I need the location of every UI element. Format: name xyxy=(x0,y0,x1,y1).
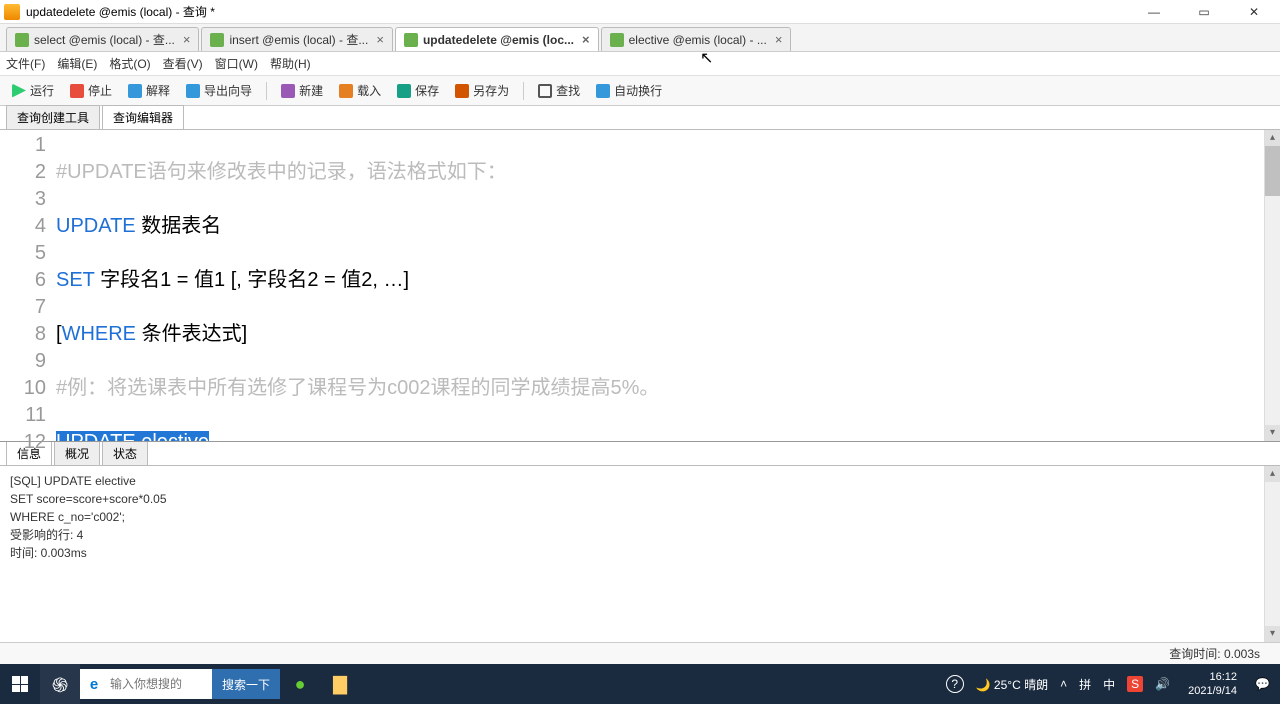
notification-icon[interactable]: 💬 xyxy=(1255,677,1270,691)
code-area[interactable]: #UPDATE语句来修改表中的记录，语法格式如下： UPDATE 数据表名 SE… xyxy=(56,130,1280,441)
import-button[interactable]: 载入 xyxy=(333,80,387,102)
scroll-up-icon[interactable]: ▴ xyxy=(1265,466,1280,482)
menu-window[interactable]: 窗口(W) xyxy=(215,55,258,72)
line-gutter: 123456789101112 xyxy=(0,130,56,441)
tab-label: elective @emis (local) - ... xyxy=(629,33,767,47)
document-tabs: select @emis (local) - 查... × insert @emi… xyxy=(0,24,1280,52)
wizard-icon xyxy=(186,84,200,98)
saveas-icon xyxy=(455,84,469,98)
saveas-button[interactable]: 另存为 xyxy=(449,80,515,102)
tab-query-builder[interactable]: 查询创建工具 xyxy=(6,105,100,129)
toolbar: 运行 停止 解释 导出向导 新建 载入 保存 另存为 查找 自动换行 xyxy=(0,76,1280,106)
search-icon xyxy=(538,84,552,98)
window-title: updatedelete @emis (local) - 查询 * xyxy=(26,3,1140,20)
doc-tab-insert[interactable]: insert @emis (local) - 查... × xyxy=(201,27,392,51)
volume-icon[interactable]: 🔊 xyxy=(1155,677,1170,691)
menu-view[interactable]: 查看(V) xyxy=(163,55,203,72)
explain-icon xyxy=(128,84,142,98)
close-icon[interactable]: × xyxy=(775,32,783,47)
tab-icon xyxy=(15,33,29,47)
doc-tab-elective[interactable]: elective @emis (local) - ... × xyxy=(601,27,792,51)
tab-icon xyxy=(210,33,224,47)
close-icon[interactable]: × xyxy=(376,32,384,47)
wrap-icon xyxy=(596,84,610,98)
play-icon xyxy=(12,84,26,98)
minimize-button[interactable]: — xyxy=(1140,3,1168,21)
scroll-thumb[interactable] xyxy=(1265,146,1280,196)
close-button[interactable]: ✕ xyxy=(1240,3,1268,21)
stop-icon xyxy=(70,84,84,98)
editor-tabs: 查询创建工具 查询编辑器 xyxy=(0,106,1280,130)
titlebar: updatedelete @emis (local) - 查询 * — ▭ ✕ xyxy=(0,0,1280,24)
menubar: 文件(F) 编辑(E) 格式(O) 查看(V) 窗口(W) 帮助(H) xyxy=(0,52,1280,76)
save-icon xyxy=(397,84,411,98)
new-button[interactable]: 新建 xyxy=(275,80,329,102)
ie-icon: e xyxy=(80,676,108,693)
explain-button[interactable]: 解释 xyxy=(122,80,176,102)
autowrap-button[interactable]: 自动换行 xyxy=(590,80,668,102)
doc-tab-updatedelete[interactable]: updatedelete @emis (loc... × xyxy=(395,27,599,51)
close-icon[interactable]: × xyxy=(183,32,191,47)
import-icon xyxy=(339,84,353,98)
tab-label: select @emis (local) - 查... xyxy=(34,31,175,48)
menu-edit[interactable]: 编辑(E) xyxy=(57,55,97,72)
close-icon[interactable]: × xyxy=(582,32,590,47)
save-button[interactable]: 保存 xyxy=(391,80,445,102)
help-icon[interactable]: ? xyxy=(946,675,964,693)
taskbar-app-icon[interactable]: ● xyxy=(280,664,320,704)
console-line: SET score=score+score*0.05 xyxy=(10,490,1270,508)
stop-button[interactable]: 停止 xyxy=(64,80,118,102)
taskbar-clock[interactable]: 16:122021/9/14 xyxy=(1182,670,1243,698)
find-button[interactable]: 查找 xyxy=(532,80,586,102)
ime-indicator[interactable]: 拼 xyxy=(1079,676,1091,693)
search-button[interactable]: 搜索一下 xyxy=(212,669,280,699)
tray-chevron-up-icon[interactable]: ˄ xyxy=(1060,677,1067,691)
system-tray: ? 🌙 25°C 晴朗 ˄ 拼 中 S 🔊 16:122021/9/14 💬 xyxy=(936,670,1280,698)
search-input[interactable] xyxy=(108,677,212,691)
doc-tab-select[interactable]: select @emis (local) - 查... × xyxy=(6,27,199,51)
tab-status[interactable]: 状态 xyxy=(102,441,148,465)
statusbar: 查询时间: 0.003s xyxy=(0,642,1280,664)
start-button[interactable] xyxy=(0,664,40,704)
tab-query-editor[interactable]: 查询编辑器 xyxy=(102,105,184,129)
scroll-up-icon[interactable]: ▴ xyxy=(1265,130,1280,146)
menu-format[interactable]: 格式(O) xyxy=(109,55,150,72)
tab-icon xyxy=(404,33,418,47)
maximize-button[interactable]: ▭ xyxy=(1190,3,1218,21)
windows-taskbar: ֍ e 搜索一下 ● ▇ ? 🌙 25°C 晴朗 ˄ 拼 中 S 🔊 16:12… xyxy=(0,664,1280,704)
tab-icon xyxy=(610,33,624,47)
console-line: [SQL] UPDATE elective xyxy=(10,472,1270,490)
tab-label: insert @emis (local) - 查... xyxy=(229,31,368,48)
output-console: [SQL] UPDATE elective SET score=score+sc… xyxy=(0,466,1280,642)
export-wizard-button[interactable]: 导出向导 xyxy=(180,80,258,102)
weather-widget[interactable]: 🌙 25°C 晴朗 xyxy=(976,676,1048,693)
ime-sogou-icon[interactable]: S xyxy=(1127,676,1143,692)
file-explorer-icon[interactable]: ▇ xyxy=(320,664,360,704)
cortana-button[interactable]: ֍ xyxy=(40,664,80,704)
new-icon xyxy=(281,84,295,98)
tab-label: updatedelete @emis (loc... xyxy=(423,33,574,47)
scroll-down-icon[interactable]: ▾ xyxy=(1265,626,1280,642)
console-line: WHERE c_no='c002'; xyxy=(10,508,1270,526)
windows-icon xyxy=(12,676,28,692)
menu-file[interactable]: 文件(F) xyxy=(6,55,45,72)
console-line: 受影响的行: 4 xyxy=(10,526,1270,544)
app-icon xyxy=(4,4,20,20)
menu-help[interactable]: 帮助(H) xyxy=(270,55,311,72)
editor-scrollbar[interactable]: ▴ ▾ xyxy=(1264,130,1280,441)
status-query-time: 查询时间: 0.003s xyxy=(1149,645,1280,662)
scroll-down-icon[interactable]: ▾ xyxy=(1265,425,1280,441)
output-tabs: 信息 概况 状态 xyxy=(0,442,1280,466)
taskbar-search[interactable]: e 搜索一下 xyxy=(80,669,280,699)
run-button[interactable]: 运行 xyxy=(6,80,60,102)
ime-indicator[interactable]: 中 xyxy=(1103,676,1115,693)
console-line: 时间: 0.003ms xyxy=(10,544,1270,562)
sql-editor[interactable]: 123456789101112 #UPDATE语句来修改表中的记录，语法格式如下… xyxy=(0,130,1280,442)
tab-overview[interactable]: 概况 xyxy=(54,441,100,465)
console-scrollbar[interactable]: ▴ ▾ xyxy=(1264,466,1280,642)
